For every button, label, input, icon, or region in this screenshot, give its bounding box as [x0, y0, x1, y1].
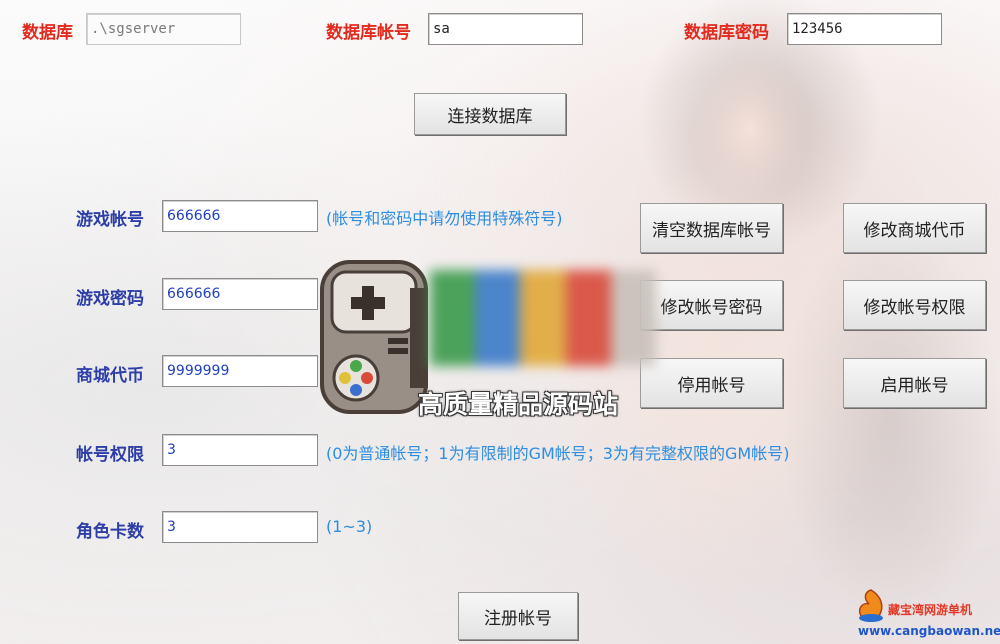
disable-account-button[interactable]: 停用帐号 — [640, 358, 783, 408]
currency-label: 商城代币 — [76, 366, 144, 386]
game-account-label: 游戏帐号 — [76, 210, 144, 230]
corner-watermark-text: 藏宝湾网游单机 — [888, 603, 973, 617]
currency-input[interactable]: 9999999 — [162, 355, 318, 387]
game-password-label: 游戏密码 — [76, 289, 144, 309]
permission-label: 帐号权限 — [76, 445, 144, 465]
game-account-input[interactable]: 666666 — [162, 200, 318, 232]
gamepad-watermark-icon — [320, 260, 428, 414]
corner-logo-icon — [858, 589, 883, 622]
db-account-input[interactable]: sa — [428, 13, 583, 45]
db-password-label: 数据库密码 — [684, 23, 769, 43]
modify-currency-button[interactable]: 修改商城代币 — [843, 203, 986, 253]
modify-permission-button[interactable]: 修改帐号权限 — [843, 280, 986, 330]
roles-label: 角色卡数 — [76, 522, 144, 542]
clear-db-account-button[interactable]: 清空数据库帐号 — [640, 203, 783, 253]
db-password-input[interactable]: 123456 — [787, 13, 942, 45]
corner-watermark-url: www.cangbaowan.net — [858, 624, 1000, 638]
db-account-label: 数据库帐号 — [326, 23, 411, 43]
blurred-logo-strip — [430, 270, 656, 366]
roles-hint: (1~3) — [326, 517, 373, 536]
watermark-center-text: 高质量精品源码站 — [418, 390, 619, 419]
game-password-input[interactable]: 666666 — [162, 278, 318, 310]
connect-db-button[interactable]: 连接数据库 — [414, 93, 566, 135]
register-account-button[interactable]: 注册帐号 — [458, 592, 578, 640]
enable-account-button[interactable]: 启用帐号 — [843, 358, 986, 408]
db-server-input[interactable]: .\sgserver — [86, 13, 241, 45]
db-label: 数据库 — [22, 23, 73, 43]
permission-hint: (0为普通帐号；1为有限制的GM帐号；3为有完整权限的GM帐号) — [326, 444, 790, 463]
account-hint: (帐号和密码中请勿使用特殊符号) — [326, 209, 563, 228]
roles-input[interactable]: 3 — [162, 511, 318, 543]
modify-password-button[interactable]: 修改帐号密码 — [640, 280, 783, 330]
permission-input[interactable]: 3 — [162, 434, 318, 466]
